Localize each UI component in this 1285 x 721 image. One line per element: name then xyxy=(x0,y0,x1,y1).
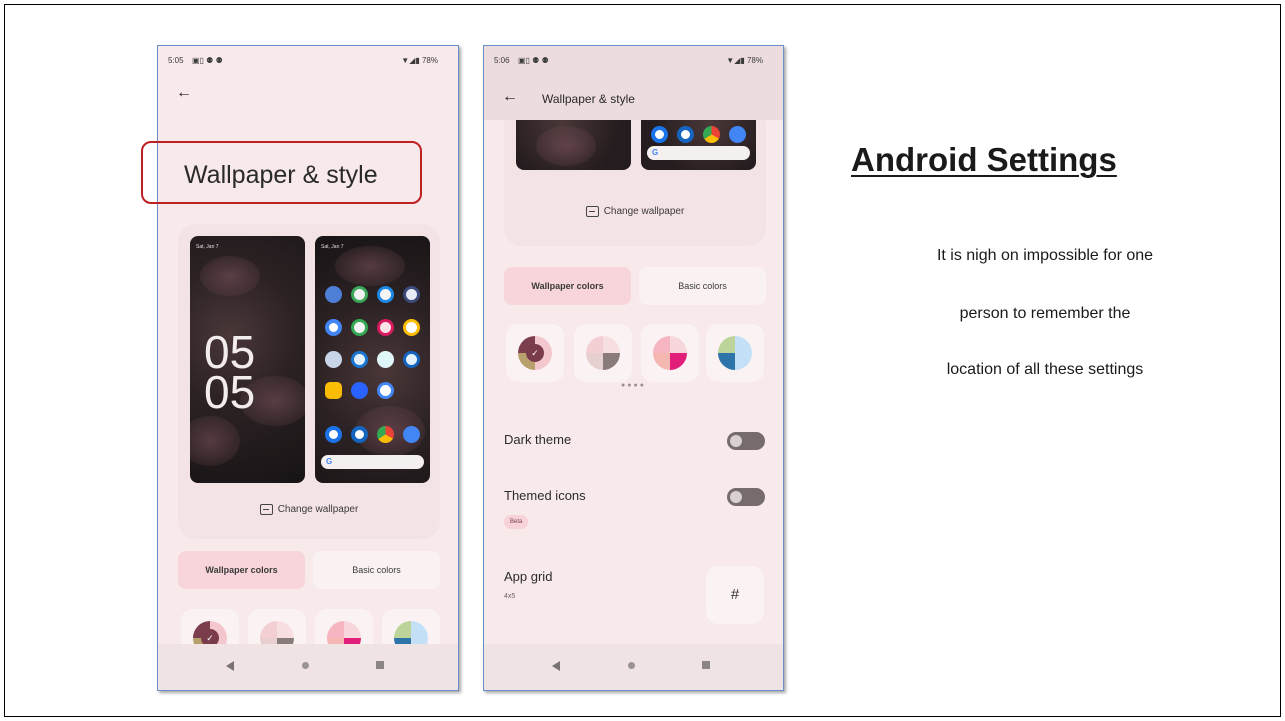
wallpaper-preview-card: Sat, Jan 7 05 05 Sat, Jan 7 G Change wal… xyxy=(178,224,440,539)
color-swatch xyxy=(653,336,687,370)
google-icon: G xyxy=(652,148,659,157)
status-bar: 5:06 ▣▯ ⚉ ⚉ ▼◢▮ 78% xyxy=(494,56,773,72)
chrome-app-icon xyxy=(703,126,720,143)
back-arrow-icon[interactable]: ← xyxy=(176,84,192,102)
app-icon xyxy=(325,319,342,336)
app-icon xyxy=(325,382,342,399)
swatch-option[interactable] xyxy=(574,324,632,382)
selected-check-icon: ✓ xyxy=(526,344,544,362)
status-time: 5:06 xyxy=(494,56,510,65)
status-notification-icons: ▣▯ ⚉ ⚉ xyxy=(518,56,549,65)
themed-icons-label: Themed icons xyxy=(504,488,586,503)
search-bar: G xyxy=(321,455,424,469)
app-icon xyxy=(325,286,342,303)
system-nav-bar xyxy=(158,644,458,690)
messages-app-icon xyxy=(677,126,694,143)
color-tabs: Wallpaper colors Basic colors xyxy=(178,551,440,589)
chrome-app-icon xyxy=(377,426,394,443)
app-icon xyxy=(377,319,394,336)
change-wallpaper-button[interactable]: Change wallpaper xyxy=(504,206,766,217)
lock-date: Sat, Jan 7 xyxy=(196,244,219,250)
wallpaper-icon xyxy=(259,504,273,515)
body-text-line: person to remember the xyxy=(959,305,1131,322)
tab-basic-colors[interactable]: Basic colors xyxy=(313,551,440,589)
slide: 5:05 ▣▯ ⚉ ⚉ ▼◢▮ 78% ← Wallpaper & style … xyxy=(4,4,1281,717)
search-bar: G xyxy=(647,146,750,160)
swatch-option[interactable]: ✓ xyxy=(506,324,564,382)
tab-wallpaper-colors[interactable]: Wallpaper colors xyxy=(178,551,305,589)
app-icon xyxy=(377,351,394,368)
app-icon xyxy=(351,382,368,399)
home-date: Sat, Jan 7 xyxy=(321,244,344,250)
home-screen-preview[interactable]: Sat, Jan 7 G xyxy=(315,236,430,483)
color-tabs: Wallpaper colors Basic colors xyxy=(504,267,766,305)
swatch-option[interactable] xyxy=(641,324,699,382)
app-icon xyxy=(403,319,420,336)
swatch-option[interactable] xyxy=(706,324,764,382)
dark-theme-label: Dark theme xyxy=(504,432,572,447)
camera-app-icon xyxy=(729,126,746,143)
wallpaper-icon xyxy=(585,206,599,217)
beta-badge: Beta xyxy=(504,515,529,529)
tab-basic-colors[interactable]: Basic colors xyxy=(639,267,766,305)
body-text-line: It is nigh on impossible for one xyxy=(936,247,1154,264)
app-grid-label[interactable]: App grid xyxy=(504,569,552,584)
app-icon xyxy=(351,351,368,368)
slide-heading: Android Settings xyxy=(851,141,1117,178)
system-nav-bar xyxy=(484,644,783,690)
app-icon xyxy=(325,351,342,368)
app-icon xyxy=(403,351,420,368)
lock-screen-preview[interactable]: Sat, Jan 7 05 05 xyxy=(190,236,305,483)
camera-app-icon xyxy=(403,426,420,443)
app-icon xyxy=(351,319,368,336)
color-swatch xyxy=(718,336,752,370)
top-app-bar: 5:06 ▣▯ ⚉ ⚉ ▼◢▮ 78% ← Wallpaper & style xyxy=(484,46,783,120)
app-icon xyxy=(377,286,394,303)
app-grid-button[interactable]: # xyxy=(706,566,764,624)
back-arrow-icon[interactable]: ← xyxy=(502,88,518,106)
nav-back-icon[interactable] xyxy=(226,661,234,671)
tab-wallpaper-colors[interactable]: Wallpaper colors xyxy=(504,267,631,305)
phone-app-icon xyxy=(651,126,668,143)
app-grid-value: 4x5 xyxy=(504,593,516,600)
lock-clock: 05 05 xyxy=(204,326,256,418)
status-notification-icons: ▣▯ ⚉ ⚉ xyxy=(192,56,223,65)
toolbar-title: Wallpaper & style xyxy=(542,92,635,106)
nav-home-icon[interactable] xyxy=(302,662,309,669)
status-time: 5:05 xyxy=(168,56,184,65)
app-icon xyxy=(377,382,394,399)
title-highlight-box xyxy=(141,141,422,204)
app-icon xyxy=(403,286,420,303)
nav-recents-icon[interactable] xyxy=(702,661,710,669)
messages-app-icon xyxy=(351,426,368,443)
phone-app-icon xyxy=(325,426,342,443)
grid-icon: # xyxy=(730,586,740,603)
nav-recents-icon[interactable] xyxy=(376,661,384,669)
google-icon: G xyxy=(326,457,333,466)
themed-icons-toggle[interactable] xyxy=(727,488,765,506)
status-battery: ▼◢▮ 78% xyxy=(401,56,438,65)
dark-theme-toggle[interactable] xyxy=(727,432,765,450)
nav-home-icon[interactable] xyxy=(628,662,635,669)
wallpaper-preview-card: 05 G Change wallpaper xyxy=(504,106,766,246)
nav-back-icon[interactable] xyxy=(552,661,560,671)
status-battery: ▼◢▮ 78% xyxy=(726,56,763,65)
app-icon xyxy=(351,286,368,303)
change-wallpaper-button[interactable]: Change wallpaper xyxy=(178,504,440,515)
phone-screenshot-wallpaper-style-scrolled: 5:06 ▣▯ ⚉ ⚉ ▼◢▮ 78% ← Wallpaper & style … xyxy=(483,45,784,691)
color-swatch xyxy=(586,336,620,370)
body-text-line: location of all these settings xyxy=(946,361,1144,378)
page-indicator: ●●●● xyxy=(621,382,646,389)
status-bar: 5:05 ▣▯ ⚉ ⚉ ▼◢▮ 78% xyxy=(168,56,448,72)
